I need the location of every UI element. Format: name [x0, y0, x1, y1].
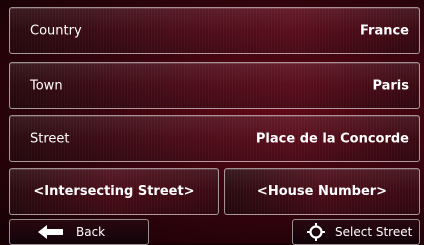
- address-search-screen: Country France Town Paris Street Place d…: [0, 0, 424, 245]
- house-number-label: <House Number>: [256, 184, 388, 199]
- country-value: France: [359, 23, 409, 38]
- crosshair-target-icon: [307, 223, 325, 241]
- town-label: Town: [30, 78, 63, 93]
- street-row[interactable]: Street Place de la Concorde: [9, 115, 420, 162]
- town-row[interactable]: Town Paris: [9, 62, 420, 109]
- country-row[interactable]: Country France: [9, 7, 420, 54]
- house-number-button[interactable]: <House Number>: [224, 168, 420, 215]
- select-street-label: Select Street: [335, 225, 413, 239]
- street-label: Street: [30, 131, 70, 146]
- back-label: Back: [76, 225, 106, 239]
- select-street-button[interactable]: Select Street: [292, 219, 420, 245]
- town-value: Paris: [372, 78, 409, 93]
- street-value: Place de la Concorde: [255, 131, 409, 146]
- back-button[interactable]: Back: [9, 219, 149, 245]
- arrow-left-icon: [38, 225, 64, 239]
- intersecting-street-label: <Intersecting Street>: [33, 184, 195, 199]
- country-label: Country: [30, 23, 82, 38]
- intersecting-street-button[interactable]: <Intersecting Street>: [9, 168, 219, 215]
